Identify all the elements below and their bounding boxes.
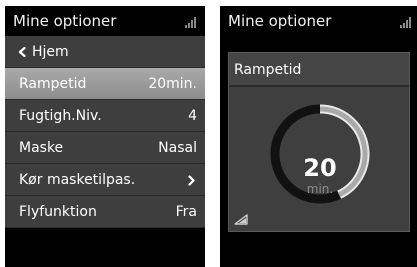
adjust-corner-icon: [234, 214, 248, 225]
menu-item-home[interactable]: Hjem: [5, 36, 205, 68]
menu-item-value: Nasal: [158, 140, 197, 156]
screen-title: Mine optioner: [13, 12, 117, 30]
ramp-time-unit: min.: [306, 182, 334, 196]
status-bar: Mine optioner: [5, 6, 205, 36]
menu-item-label: Maske: [19, 140, 64, 156]
signal-icon: [185, 16, 199, 28]
screen-title: Mine optioner: [228, 12, 332, 30]
right-device-screen: Mine optioner Rampetid 20 min.: [220, 6, 417, 267]
back-arrow-icon: [18, 47, 26, 57]
menu-item-value: 4: [188, 108, 197, 124]
ramp-time-value: 20: [303, 154, 337, 182]
panel-header: Rampetid: [229, 53, 409, 87]
signal-icon: [400, 16, 414, 28]
menu-item-mask[interactable]: Maske Nasal: [5, 132, 205, 164]
menu-item-value: Fra: [175, 204, 197, 220]
menu-item-label: Flyfunktion: [19, 204, 97, 220]
options-menu: Hjem Rampetid 20min. Fugtigh.Niv. 4 Mask…: [5, 36, 205, 228]
panel-title: Rampetid: [234, 62, 302, 78]
left-device-screen: Mine optioner Hjem Rampetid 20min. Fugti…: [5, 6, 205, 267]
menu-item-label: Hjem: [32, 44, 69, 60]
menu-item-ramp-time[interactable]: Rampetid 20min.: [5, 68, 205, 100]
ramp-time-panel[interactable]: Rampetid 20 min.: [228, 52, 410, 232]
menu-item-value: 20min.: [148, 76, 197, 92]
menu-item-label: Fugtigh.Niv.: [19, 108, 102, 124]
menu-item-run-mask-fit[interactable]: Kør masketilpas.: [5, 164, 205, 196]
chevron-right-icon: [188, 175, 195, 186]
menu-item-label: Kør masketilpas.: [19, 172, 136, 188]
status-bar: Mine optioner: [220, 6, 417, 36]
menu-item-humidity-level[interactable]: Fugtigh.Niv. 4: [5, 100, 205, 132]
menu-item-flight-mode[interactable]: Flyfunktion Fra: [5, 196, 205, 228]
menu-item-label: Rampetid: [19, 76, 87, 92]
